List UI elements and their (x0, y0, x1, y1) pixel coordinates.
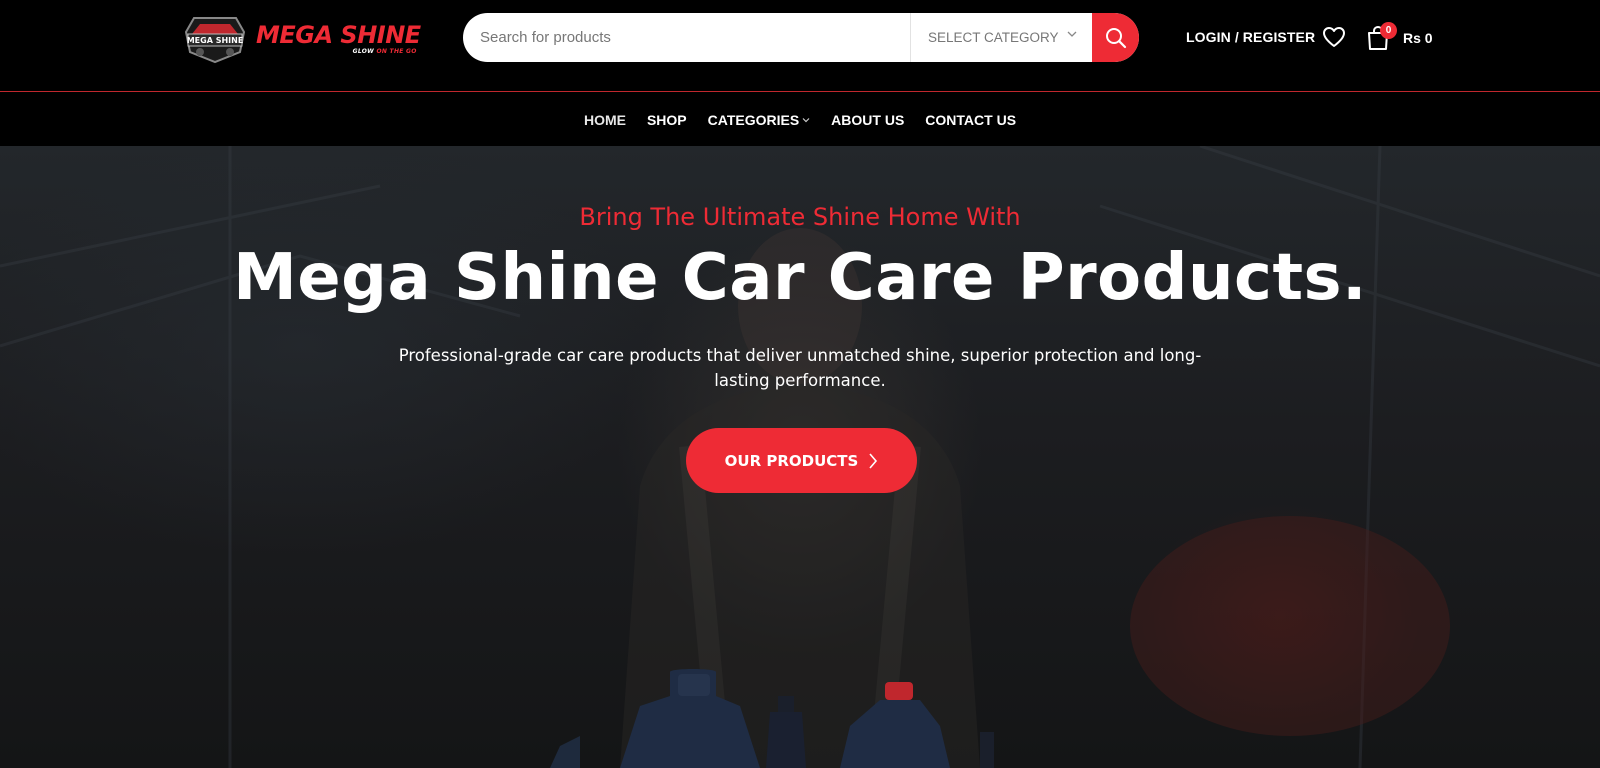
chevron-down-icon (802, 117, 810, 122)
nav-item-label: CONTACT US (925, 111, 1017, 128)
nav-item-contact-us[interactable]: CONTACT US (915, 112, 1027, 128)
nav-item-home[interactable]: HOME (573, 112, 636, 128)
brand-wordmark: MEGA SHINE GLOW ON THE GO (256, 22, 421, 55)
nav-item-shop[interactable]: SHOP (636, 112, 697, 128)
cart-count-badge: 0 (1380, 22, 1397, 39)
nav-item-label: CATEGORIES (707, 111, 800, 128)
hero-description: Professional-grade car care products tha… (398, 346, 1202, 390)
brand-logo[interactable]: MEGA SHINE MEGA SHINE GLOW ON THE GO (180, 10, 430, 66)
nav-item-categories[interactable]: CATEGORIES (697, 112, 821, 128)
product-bottles-image (550, 669, 994, 768)
badge-text: MEGA SHINE (187, 36, 244, 45)
nav-item-about-us[interactable]: ABOUT US (821, 112, 915, 128)
chevron-right-icon (869, 452, 878, 469)
login-register-link[interactable]: LOGIN / REGISTER (1186, 29, 1315, 45)
site-header: MEGA SHINE MEGA SHINE GLOW ON THE GO SEL… (0, 0, 1600, 92)
hero-banner: Bring The Ultimate Shine Home With Mega … (0, 146, 1600, 768)
search-input[interactable] (463, 13, 910, 62)
search-button[interactable] (1092, 13, 1139, 62)
cta-label: OUR PRODUCTS (724, 451, 859, 470)
nav-item-label: HOME (583, 111, 626, 128)
hero-eyebrow: Bring The Ultimate Shine Home With (579, 203, 1021, 231)
search-bar: SELECT CATEGORY (463, 13, 1139, 62)
heart-icon[interactable] (1322, 26, 1346, 48)
tagline-part2: ON THE GO (376, 47, 417, 55)
car-badge-icon: MEGA SHINE (184, 17, 246, 64)
search-icon (1106, 27, 1127, 48)
main-nav: HOME SHOP CATEGORIES ABOUT US CONTACT US (0, 93, 1600, 146)
chevron-down-icon (1067, 31, 1077, 37)
nav-item-label: ABOUT US (831, 111, 905, 128)
tagline-part1: GLOW (352, 47, 375, 55)
brand-name: MEGA SHINE (256, 20, 421, 49)
cart-total[interactable]: Rs 0 (1403, 30, 1433, 46)
category-select[interactable]: SELECT CATEGORY (910, 13, 1092, 62)
category-select-label: SELECT CATEGORY (928, 30, 1059, 45)
nav-item-label: SHOP (646, 111, 687, 128)
our-products-button[interactable]: OUR PRODUCTS (686, 428, 917, 493)
brand-tagline: GLOW ON THE GO (353, 48, 417, 55)
hero-title: Mega Shine Car Care Products. (233, 241, 1367, 315)
